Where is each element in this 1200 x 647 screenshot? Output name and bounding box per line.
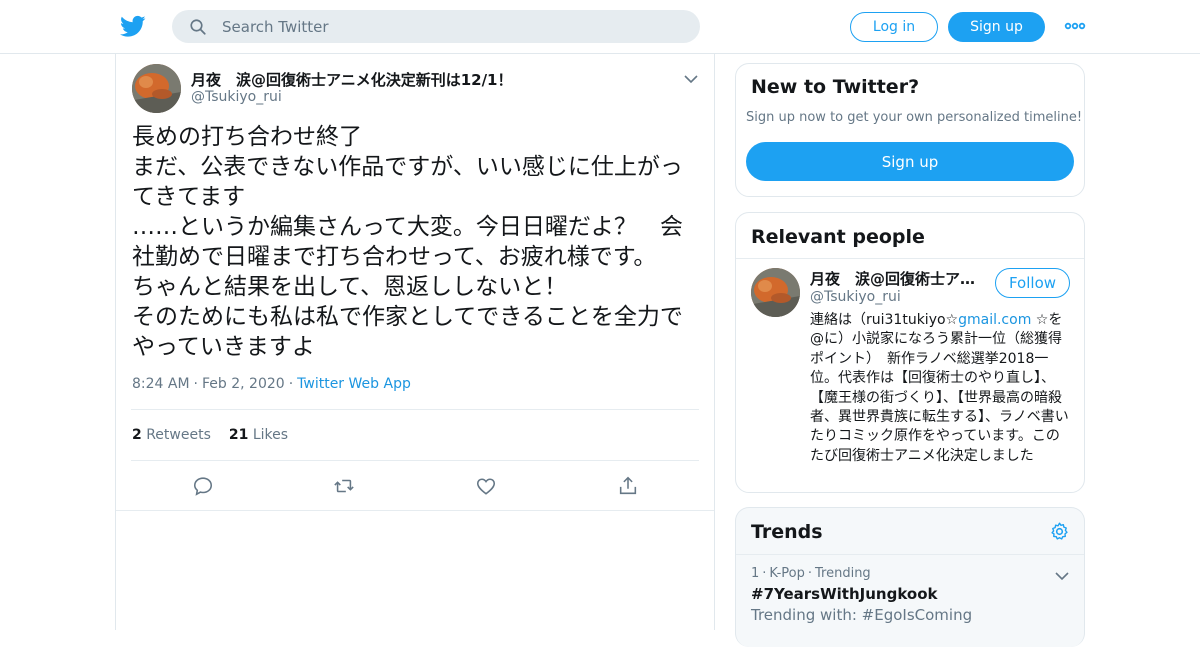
divider: [131, 409, 699, 410]
retweets-label: Retweets: [146, 427, 211, 443]
like-icon[interactable]: [475, 475, 497, 497]
tweet-source[interactable]: Twitter Web App: [297, 376, 411, 392]
search-box[interactable]: [172, 10, 700, 43]
author-handle[interactable]: @Tsukiyo_rui: [191, 89, 282, 105]
reply-icon[interactable]: [192, 475, 214, 497]
likes-label: Likes: [252, 427, 289, 443]
more-icon[interactable]: [1064, 18, 1086, 34]
likes-count: 21: [228, 427, 249, 443]
user-bio: 連絡は（rui31tukiyo☆gmail.com ☆を@に）小説家になろう累計…: [810, 311, 1072, 466]
user-handle[interactable]: @Tsukiyo_rui: [810, 289, 901, 305]
separator-dot: ·: [807, 566, 812, 581]
trend-status: Trending: [815, 566, 871, 581]
follow-button[interactable]: Follow: [995, 268, 1070, 298]
divider: [116, 510, 714, 511]
likes-stat[interactable]: 21 Likes: [229, 427, 288, 443]
chevron-down-icon[interactable]: [683, 70, 699, 84]
bio-text: ☆を@に）小説家になろう累計一位（総獲得ポイント） 新作ラノベ総選挙2018一位…: [810, 312, 1069, 464]
user-name[interactable]: 月夜 涙@回復術士ア…: [810, 268, 980, 289]
retweet-icon[interactable]: [333, 475, 355, 497]
author-name[interactable]: 月夜 涙@回復術士アニメ化決定新刊は12/1！: [191, 69, 513, 90]
bio-text: 連絡は（rui31tukiyo☆: [810, 312, 959, 328]
trend-rank: 1: [751, 566, 760, 581]
tweet-timestamp: 8:24 AM · Feb 2, 2020 · Twitter Web App: [132, 376, 411, 392]
card-title: New to Twitter?: [751, 76, 920, 98]
card-title: Relevant people: [751, 226, 925, 248]
gear-icon[interactable]: [1049, 521, 1070, 542]
card-subtitle: Sign up now to get your own personalized…: [746, 110, 1083, 125]
search-input[interactable]: [222, 10, 682, 43]
top-navigation-bar: Log in Sign up: [0, 0, 1200, 54]
separator-dot: ·: [193, 376, 198, 392]
tweet-detail: 月夜 涙@回復術士アニメ化決定新刊は12/1！ @Tsukiyo_rui 長めの…: [115, 54, 715, 630]
trends-card: Trends 1 · K-Pop · Trending #7YearsWithJungk…: [735, 507, 1085, 647]
twitter-bird-icon[interactable]: [119, 13, 147, 39]
bio-link[interactable]: gmail.com: [958, 312, 1031, 328]
login-button[interactable]: Log in: [850, 12, 938, 42]
signup-button[interactable]: Sign up: [746, 142, 1074, 181]
divider: [736, 554, 1084, 555]
divider: [736, 258, 1084, 259]
tweet-text: 長めの打ち合わせ終了 まだ、公表できない作品ですが、いい感じに仕上がってきてます…: [132, 124, 683, 360]
share-icon[interactable]: [617, 475, 639, 497]
trend-context: Trending with: #EgoIsComing: [751, 606, 973, 624]
separator-dot: ·: [762, 566, 767, 581]
signup-button[interactable]: Sign up: [948, 12, 1045, 42]
relevant-people-card: Relevant people 月夜 涙@回復術士ア… @Tsukiyo_rui…: [735, 212, 1085, 493]
retweets-count: 2: [132, 427, 142, 443]
user-avatar[interactable]: [751, 268, 800, 317]
tweet-date[interactable]: Feb 2, 2020: [202, 376, 285, 392]
divider: [131, 460, 699, 461]
separator-dot: ·: [288, 376, 294, 392]
chevron-down-icon[interactable]: [1054, 567, 1070, 581]
card-title: Trends: [751, 521, 823, 543]
trend-category: K-Pop: [769, 566, 805, 581]
trend-name[interactable]: #7YearsWithJungkook: [751, 585, 937, 603]
author-avatar[interactable]: [132, 64, 181, 113]
tweet-time[interactable]: 8:24 AM: [132, 376, 190, 392]
trend-meta: 1 · K-Pop · Trending: [751, 566, 871, 581]
retweets-stat[interactable]: 2 Retweets: [132, 427, 211, 443]
search-icon: [190, 19, 206, 35]
tweet-stats: 2 Retweets 21 Likes: [132, 427, 288, 443]
new-to-twitter-card: New to Twitter? Sign up now to get your …: [735, 63, 1085, 197]
